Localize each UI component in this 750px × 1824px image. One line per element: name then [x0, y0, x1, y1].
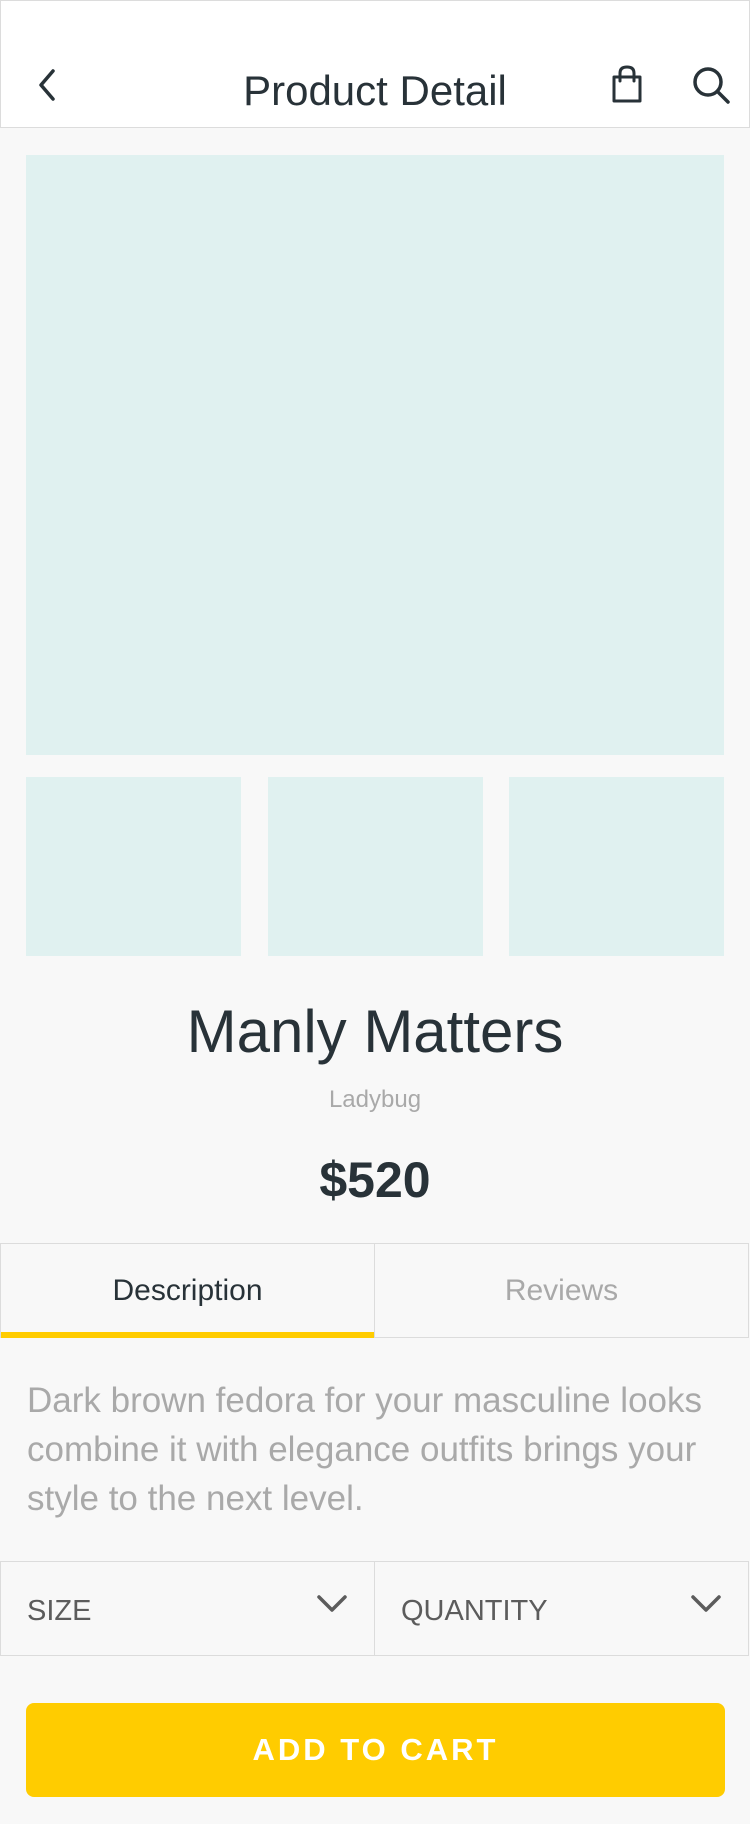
search-icon — [693, 67, 730, 104]
shopping-bag-icon — [612, 65, 642, 103]
add-to-cart-button[interactable]: ADD TO CART — [26, 1703, 725, 1797]
product-brand: Ladybug — [328, 1086, 422, 1113]
chevron-down-icon — [317, 1595, 347, 1612]
quantity-select[interactable]: QUANTITY — [374, 1562, 749, 1655]
search-button[interactable] — [691, 65, 731, 105]
product-thumbnail[interactable] — [26, 777, 241, 956]
product-thumbnail[interactable] — [268, 777, 483, 956]
size-select[interactable]: SIZE — [0, 1562, 374, 1655]
tab-description[interactable]: Description — [0, 1244, 374, 1338]
chevron-down-icon — [691, 1595, 721, 1612]
size-label: SIZE — [27, 1595, 92, 1627]
product-name: Manly Matters — [186, 998, 564, 1065]
option-selectors: SIZE QUANTITY — [0, 1561, 749, 1656]
product-main-image — [26, 155, 724, 755]
tab-label: Description — [112, 1274, 263, 1307]
tab-label: Reviews — [504, 1274, 619, 1307]
product-thumbnail[interactable] — [509, 777, 724, 956]
tab-reviews[interactable]: Reviews — [374, 1244, 749, 1337]
active-tab-indicator — [1, 1332, 374, 1338]
product-tabs: Description Reviews — [0, 1243, 749, 1338]
product-price: $520 — [319, 1152, 431, 1208]
product-description: Dark brown fedora for your masculine loo… — [27, 1381, 703, 1518]
cart-button[interactable] — [609, 63, 645, 105]
top-app-bar: Product Detail — [0, 0, 750, 128]
quantity-label: QUANTITY — [401, 1595, 548, 1627]
